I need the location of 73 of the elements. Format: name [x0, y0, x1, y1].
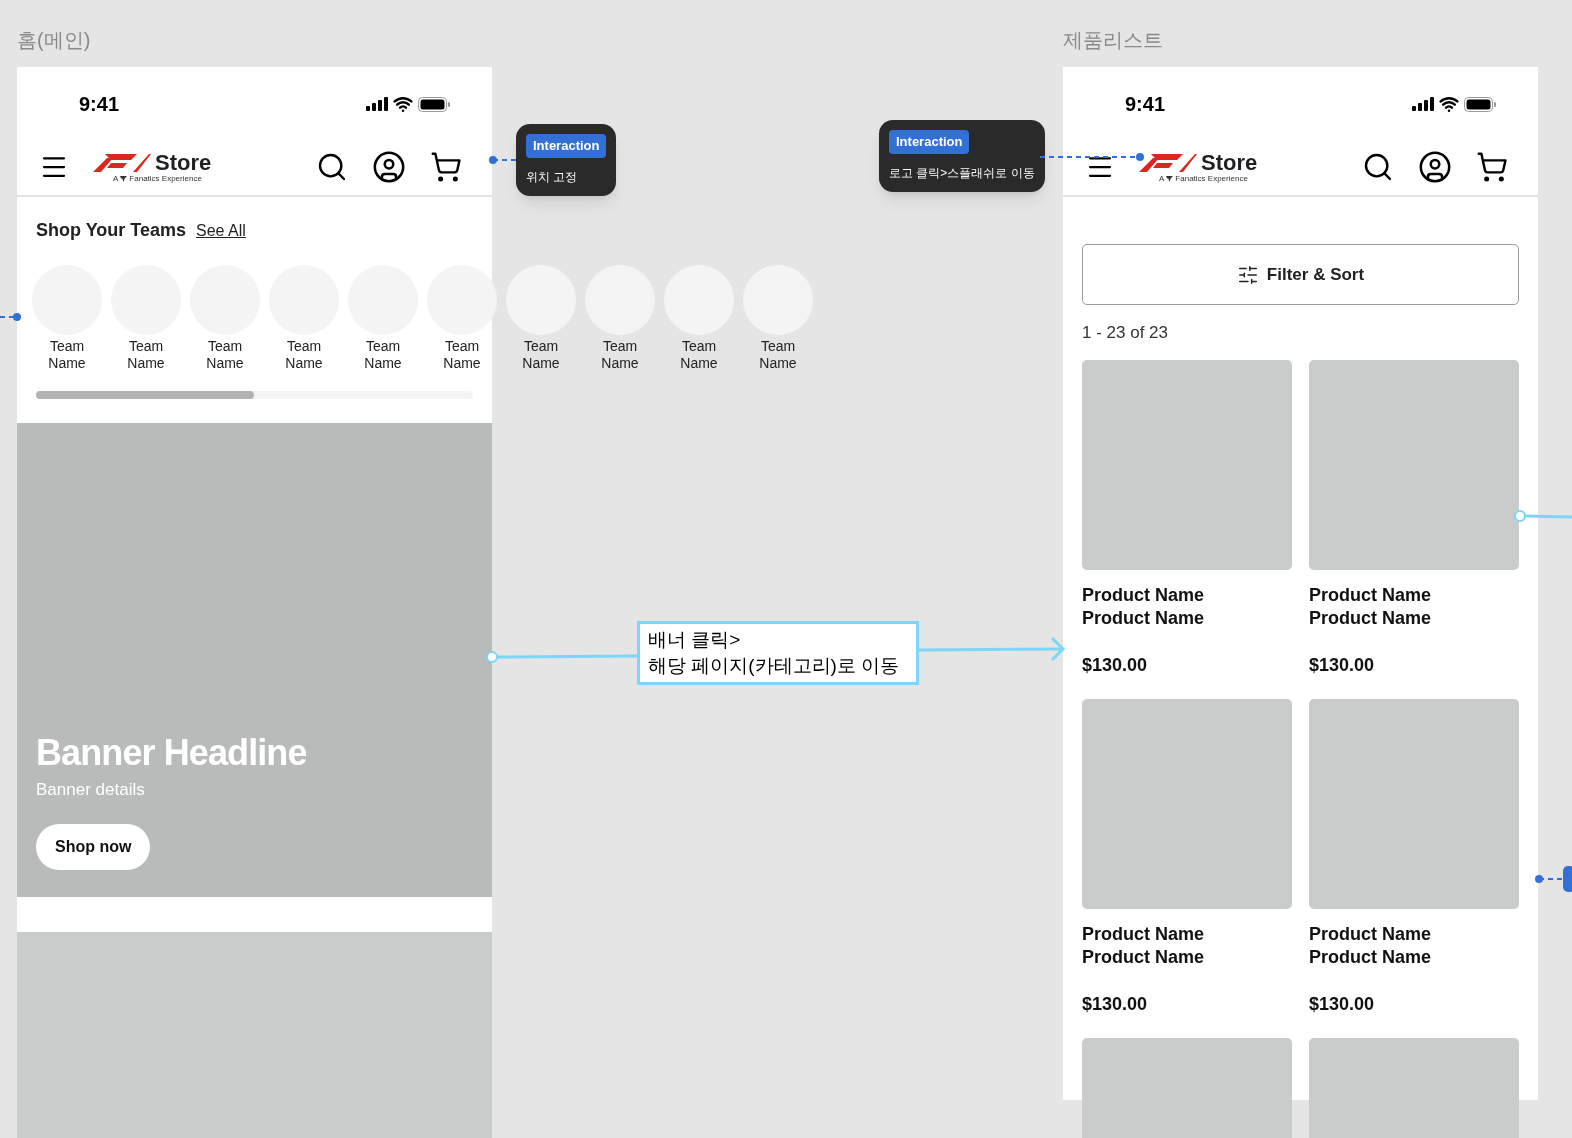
flow-note-text: 배너 클릭>	[648, 628, 742, 652]
see-all-link[interactable]: See All	[196, 219, 246, 243]
frame-label: 홈(메인)	[17, 28, 91, 53]
flag-icon	[1166, 175, 1174, 182]
wifi-icon	[1439, 94, 1459, 114]
team-name: Team Name	[205, 338, 245, 372]
team-name: Team Name	[47, 338, 87, 372]
logo-tagline: Fanatics Experience	[129, 174, 202, 183]
dashed-connector	[0, 313, 21, 321]
dashed-connector	[489, 156, 517, 164]
shop-now-button[interactable]: Shop now	[36, 824, 151, 870]
team-name: Team Name	[521, 338, 561, 372]
banner-details: Banner details	[36, 778, 146, 801]
team-item[interactable]: Team Name	[111, 265, 181, 372]
logo-wordmark[interactable]: Store	[1201, 151, 1258, 174]
logo-icon[interactable]	[1139, 153, 1197, 172]
product-price: $130.00	[1082, 992, 1149, 1016]
status-time: 9:41	[1125, 92, 1166, 117]
product-name[interactable]: Product Name Product Name	[1082, 583, 1232, 630]
note-text: 로고 클릭>스플래쉬로 이동	[889, 164, 1035, 182]
product-price: $130.00	[1082, 653, 1149, 677]
flag-icon	[120, 175, 128, 182]
team-item[interactable]: Team Name	[743, 265, 813, 372]
team-item[interactable]: Team Name	[506, 265, 576, 372]
team-name: Team Name	[679, 338, 719, 372]
frame-label: 제품리스트	[1063, 28, 1163, 53]
banner-headline: Banner Headline	[36, 732, 308, 773]
team-name: Team Name	[600, 338, 640, 372]
signal-icon	[366, 97, 388, 111]
interaction-badge: Interaction	[526, 134, 607, 158]
team-name: Team Name	[442, 338, 482, 372]
account-icon[interactable]	[1418, 150, 1452, 184]
product-price: $130.00	[1309, 992, 1376, 1016]
wifi-icon	[393, 94, 413, 114]
team-item[interactable]: Team Name	[32, 265, 102, 372]
logo-tagline: A	[1159, 174, 1165, 183]
team-name: Team Name	[284, 338, 324, 372]
team-item[interactable]: Team Name	[348, 265, 418, 372]
battery-icon	[418, 96, 450, 112]
account-icon[interactable]	[372, 150, 406, 184]
interaction-badge: Interaction	[889, 130, 970, 154]
team-name: Team Name	[126, 338, 166, 372]
search-icon[interactable]	[316, 151, 348, 183]
dashed-connector	[1535, 866, 1572, 892]
team-item[interactable]: Team Name	[585, 265, 655, 372]
filter-icon	[1236, 263, 1259, 286]
logo-wordmark[interactable]: Store	[155, 151, 212, 174]
team-item[interactable]: Team Name	[664, 265, 734, 372]
banner[interactable]: Banner Headline Banner details Shop now	[17, 423, 492, 897]
carousel-scrollbar[interactable]	[36, 391, 473, 399]
section-title: Shop Your Teams	[36, 219, 187, 242]
status-time: 9:41	[79, 92, 120, 117]
note-text: 위치 고정	[526, 168, 578, 186]
flow-note-text: 해당 페이지(카테고리)로 이동	[648, 654, 901, 678]
logo-tagline: Fanatics Experience	[1175, 174, 1248, 183]
product-name[interactable]: Product Name Product Name	[1309, 583, 1459, 630]
search-icon[interactable]	[1362, 151, 1394, 183]
product-price: $130.00	[1309, 653, 1376, 677]
battery-icon	[1464, 96, 1496, 112]
product-name[interactable]: Product Name Product Name	[1309, 922, 1459, 969]
filter-sort-button[interactable]: Filter & Sort	[1082, 244, 1519, 305]
team-name: Team Name	[758, 338, 798, 372]
signal-icon	[1412, 97, 1434, 111]
cart-icon[interactable]	[1476, 151, 1508, 183]
cart-icon[interactable]	[430, 151, 462, 183]
result-count: 1 - 23 of 23	[1082, 322, 1169, 344]
logo-tagline: A	[113, 174, 119, 183]
team-item[interactable]: Team Name	[427, 265, 497, 372]
team-name: Team Name	[363, 338, 403, 372]
team-item[interactable]: Team Name	[269, 265, 339, 372]
team-item[interactable]: Team Name	[190, 265, 260, 372]
logo-icon[interactable]	[93, 153, 151, 172]
product-name[interactable]: Product Name Product Name	[1082, 922, 1232, 969]
